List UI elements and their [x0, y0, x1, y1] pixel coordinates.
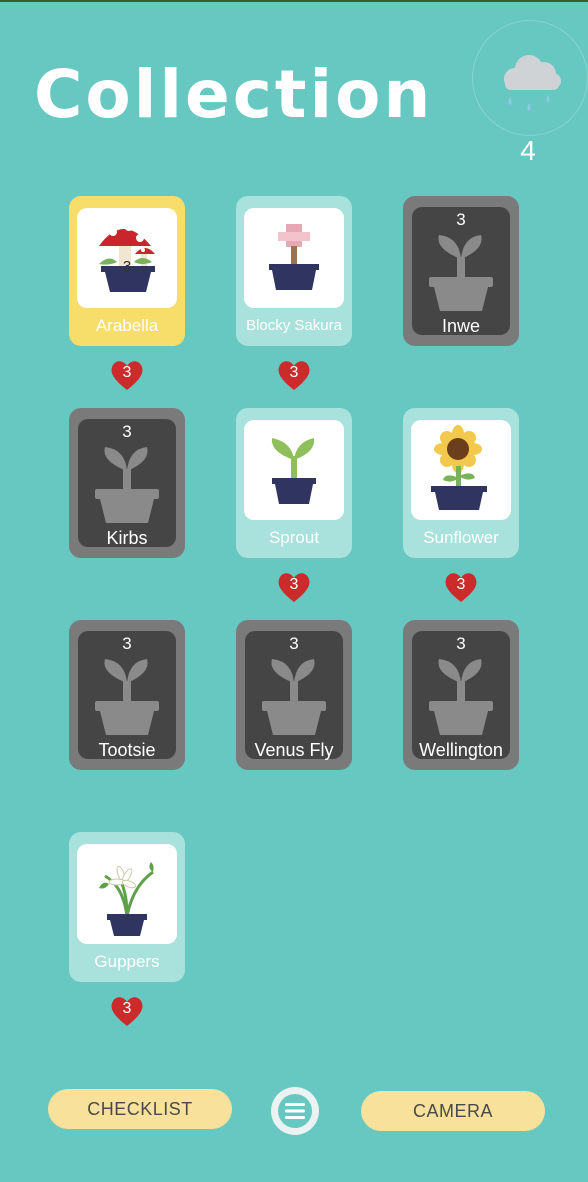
plant-card-venus-fly-locked[interactable]: 3 Venus Fly: [236, 620, 352, 770]
plant-card-blocky-sakura[interactable]: Blocky Sakura: [236, 196, 352, 346]
plant-level: 3: [122, 422, 132, 441]
rain-count: 4: [520, 135, 536, 166]
page-title: Collection: [34, 56, 434, 133]
plant-card-inwe-locked[interactable]: 3 Inwe: [403, 196, 519, 346]
guppers-plant-icon: [99, 862, 154, 936]
top-border: [0, 0, 588, 2]
heart-badge: 3: [109, 357, 145, 393]
heart-badge: 3: [443, 569, 479, 605]
rain-counter-button[interactable]: [472, 20, 588, 136]
heart-count: 3: [456, 576, 466, 593]
menu-button[interactable]: [271, 1087, 319, 1135]
plant-level-overlay: 3: [122, 258, 132, 275]
plant-image-frame: [77, 844, 177, 944]
sprout-plant-icon: [271, 438, 316, 504]
plant-card-wellington-locked[interactable]: 3 Wellington: [403, 620, 519, 770]
plant-card-tootsie-locked[interactable]: 3 Tootsie: [69, 620, 185, 770]
checklist-button[interactable]: CHECKLIST: [48, 1089, 232, 1129]
plant-image-frame: [244, 208, 344, 308]
plant-card-sprout[interactable]: Sprout: [236, 408, 352, 558]
plant-name: Blocky Sakura: [246, 317, 342, 334]
heart-badge: 3: [276, 357, 312, 393]
plant-name: Wellington: [419, 740, 503, 760]
plant-card-kirbs-locked[interactable]: 3 Kirbs: [69, 408, 185, 558]
plant-card-guppers[interactable]: Guppers: [69, 832, 185, 982]
plant-card-sunflower[interactable]: Sunflower: [403, 408, 519, 558]
plant-name: Guppers: [94, 952, 160, 971]
camera-button[interactable]: CAMERA: [361, 1091, 545, 1131]
plant-level: 3: [456, 210, 466, 229]
heart-badge: 3: [109, 993, 145, 1029]
plant-name: Tootsie: [98, 740, 156, 760]
heart-count: 3: [122, 364, 132, 381]
plant-level: 3: [456, 634, 466, 653]
plant-image-frame: [244, 420, 344, 520]
plant-name: Sprout: [268, 528, 320, 547]
plant-name: Inwe: [441, 316, 481, 336]
heart-badge: 3: [276, 569, 312, 605]
heart-count: 3: [289, 364, 299, 381]
plant-card-arabella[interactable]: 3 Arabella: [69, 196, 185, 346]
heart-count: 3: [289, 576, 299, 593]
sunflower-plant-icon: [431, 425, 487, 510]
rain-cloud-icon: [504, 55, 561, 111]
plant-name: Sunflower: [423, 528, 499, 547]
plant-name: Arabella: [95, 316, 159, 335]
heart-count: 3: [122, 1000, 132, 1017]
plant-image-frame: 3: [77, 208, 177, 308]
plant-name: Kirbs: [106, 528, 148, 548]
plant-level: 3: [122, 634, 132, 653]
blocky-sakura-plant-icon: [269, 224, 319, 290]
plant-level: 3: [289, 634, 299, 653]
plant-image-frame: [411, 420, 511, 520]
plant-name: Venus Fly: [254, 740, 334, 760]
hamburger-menu-icon: [278, 1094, 312, 1128]
